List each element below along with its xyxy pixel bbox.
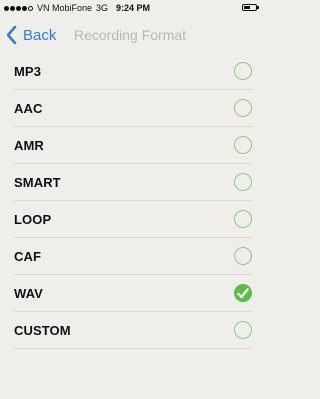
page-title: Recording Format xyxy=(74,27,187,43)
battery-icon xyxy=(242,4,259,11)
format-option-mp3[interactable]: MP3 xyxy=(0,53,266,90)
radio-checked-icon[interactable] xyxy=(234,284,252,302)
radio-unchecked-icon[interactable] xyxy=(234,173,252,191)
format-option-label: CAF xyxy=(14,249,42,264)
format-option-label: WAV xyxy=(14,286,43,301)
radio-unchecked-icon[interactable] xyxy=(234,247,252,265)
format-option-label: SMART xyxy=(14,175,61,190)
checkmark-icon xyxy=(237,288,249,299)
format-option-label: MP3 xyxy=(14,64,42,79)
radio-unchecked-icon[interactable] xyxy=(234,210,252,228)
format-option-label: CUSTOM xyxy=(14,323,71,338)
radio-unchecked-icon[interactable] xyxy=(234,99,252,117)
navigation-bar: Back Recording Format xyxy=(0,16,266,53)
radio-unchecked-icon[interactable] xyxy=(234,321,252,339)
radio-unchecked-icon[interactable] xyxy=(234,62,252,80)
format-option-label: AAC xyxy=(14,101,43,116)
format-option-smart[interactable]: SMART xyxy=(0,164,266,201)
format-list: MP3 AAC AMR SMART LOOP CAF WAV CUSTOM xyxy=(0,53,266,349)
status-time: 9:24 PM xyxy=(115,3,150,13)
radio-unchecked-icon[interactable] xyxy=(234,136,252,154)
row-divider xyxy=(14,348,252,349)
format-option-amr[interactable]: AMR xyxy=(0,127,266,164)
back-button[interactable]: Back xyxy=(6,25,56,45)
format-option-label: AMR xyxy=(14,138,44,153)
format-option-wav[interactable]: WAV xyxy=(0,275,266,312)
back-button-label: Back xyxy=(23,26,57,44)
format-option-custom[interactable]: CUSTOM xyxy=(0,312,266,349)
format-option-label: LOOP xyxy=(14,212,52,227)
chevron-left-icon xyxy=(6,26,17,44)
format-option-caf[interactable]: CAF xyxy=(0,238,266,275)
format-option-loop[interactable]: LOOP xyxy=(0,201,266,238)
format-option-aac[interactable]: AAC xyxy=(0,90,266,127)
status-bar: VN MobiFone 3G 9:24 PM xyxy=(0,0,266,16)
